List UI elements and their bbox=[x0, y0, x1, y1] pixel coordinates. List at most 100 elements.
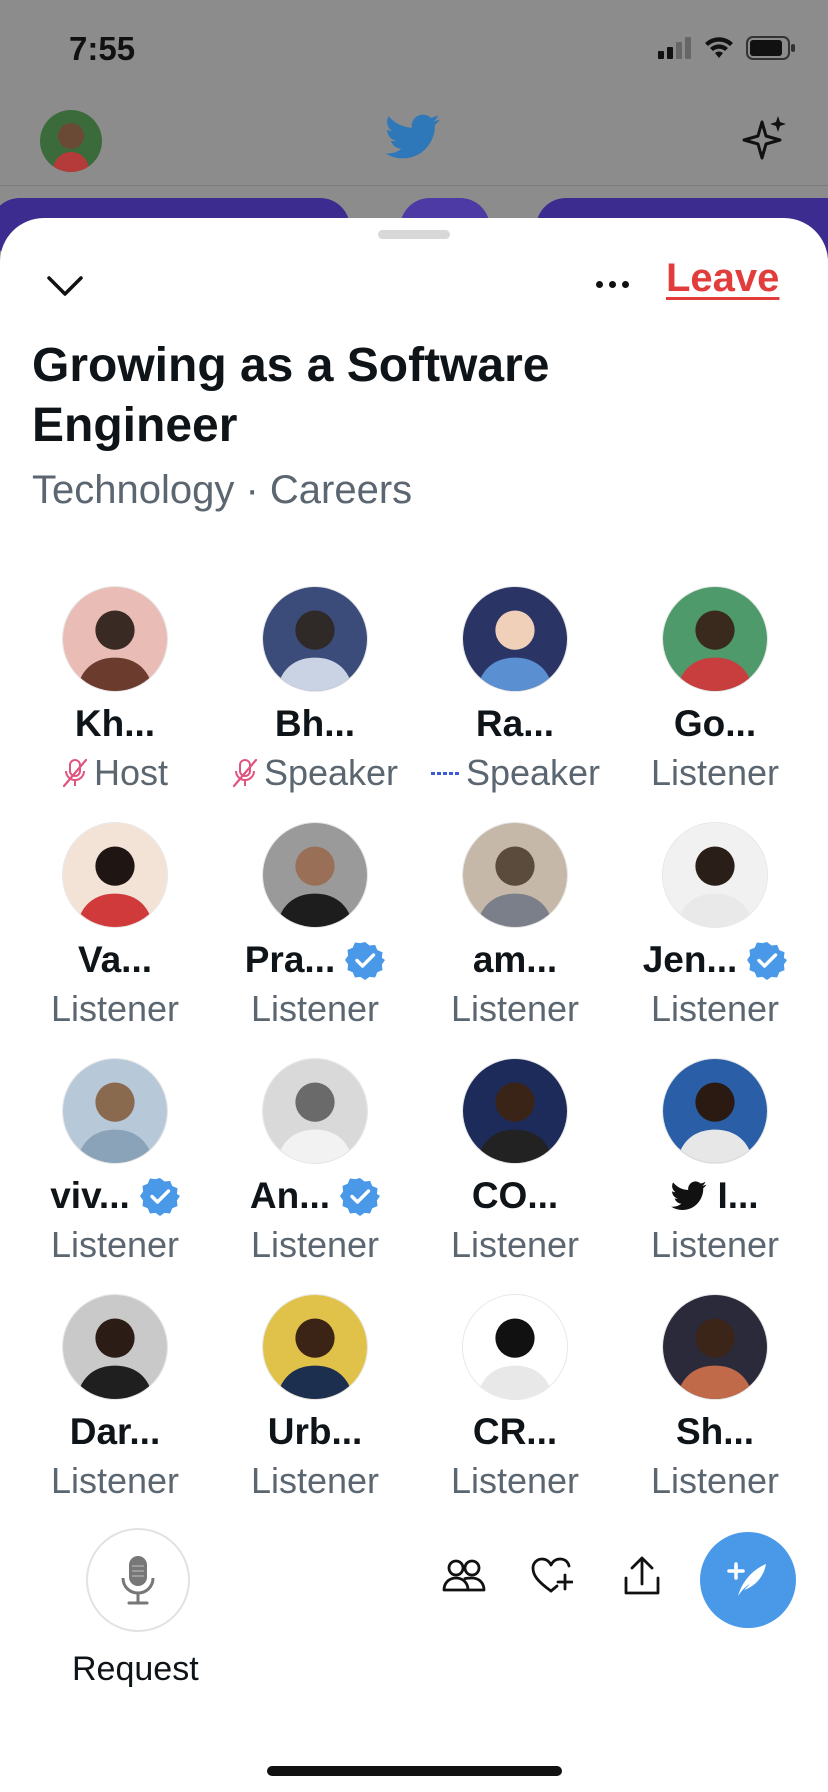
space-sheet: Leave Growing as a Software Engineer Tec… bbox=[0, 218, 828, 1792]
participant-item[interactable]: Va... Listener bbox=[15, 822, 215, 1058]
speaking-dots-icon bbox=[430, 772, 459, 775]
participant-avatar[interactable] bbox=[62, 1058, 168, 1164]
participant-name-row: Ra... bbox=[476, 700, 554, 748]
participant-role-row: Listener bbox=[51, 1458, 179, 1504]
participant-avatar[interactable] bbox=[662, 586, 768, 692]
participant-role: Listener bbox=[250, 1224, 380, 1265]
participant-avatar[interactable] bbox=[662, 822, 768, 928]
participant-avatar[interactable] bbox=[62, 822, 168, 928]
mic-off-icon bbox=[62, 758, 88, 788]
participant-role-row: Listener bbox=[651, 1458, 779, 1504]
participant-role: Host bbox=[93, 752, 169, 793]
space-topics: Technology · Careers bbox=[32, 468, 413, 512]
compose-tweet-button[interactable] bbox=[700, 1532, 796, 1628]
home-header bbox=[0, 100, 828, 186]
participant-item[interactable]: Pra... Listener bbox=[215, 822, 415, 1058]
participant-name: viv... bbox=[50, 1175, 130, 1216]
participant-role-row: Listener bbox=[451, 1458, 579, 1504]
participant-role: Listener bbox=[450, 1460, 580, 1501]
participant-role: Listener bbox=[650, 1460, 780, 1501]
participant-role-row: Listener bbox=[51, 1222, 179, 1268]
participant-avatar[interactable] bbox=[262, 586, 368, 692]
participant-item[interactable]: Bh... Speaker bbox=[215, 586, 415, 822]
more-dot bbox=[621, 280, 629, 288]
participant-role-row: Speaker bbox=[430, 750, 600, 796]
twitter-bird-badge-icon bbox=[671, 1181, 707, 1210]
participant-item[interactable]: CO... Listener bbox=[415, 1058, 615, 1294]
participant-name-row: An... bbox=[249, 1172, 381, 1220]
participant-item[interactable]: Ra... Speaker bbox=[415, 586, 615, 822]
battery-icon bbox=[746, 36, 795, 60]
compose-tweet-icon bbox=[727, 1562, 766, 1596]
participant-avatar[interactable] bbox=[462, 1058, 568, 1164]
system-icons bbox=[658, 36, 796, 60]
participant-role: Listener bbox=[50, 1224, 180, 1265]
more-dot bbox=[608, 280, 616, 288]
participant-avatar[interactable] bbox=[462, 586, 568, 692]
participant-role-row: Listener bbox=[251, 1458, 379, 1504]
participant-name-row: Go... bbox=[674, 700, 756, 748]
participant-name: Sh... bbox=[675, 1411, 755, 1452]
request-mic-button[interactable] bbox=[86, 1528, 190, 1632]
participant-role-row: Listener bbox=[451, 986, 579, 1032]
participant-avatar[interactable] bbox=[262, 822, 368, 928]
participant-avatar[interactable] bbox=[662, 1058, 768, 1164]
sheet-grabber[interactable] bbox=[378, 230, 450, 239]
participant-item[interactable]: Kh... Host bbox=[15, 586, 215, 822]
participant-role-row: Host bbox=[62, 750, 168, 796]
participant-name: An... bbox=[249, 1175, 331, 1216]
people-icon bbox=[442, 1559, 486, 1592]
participant-role-row: Listener bbox=[51, 986, 179, 1032]
status-time: 7:55 bbox=[69, 30, 136, 67]
participant-name-row: viv... bbox=[50, 1172, 180, 1220]
participant-item[interactable]: An... Listener bbox=[215, 1058, 415, 1294]
participant-role-row: Listener bbox=[651, 1222, 779, 1268]
participant-name: CR... bbox=[472, 1411, 558, 1452]
participants-grid: Kh... Host Bh... Speaker Ra... Speaker Go... Li… bbox=[15, 586, 815, 1530]
participant-role: Listener bbox=[650, 1224, 780, 1265]
profile-avatar[interactable] bbox=[40, 110, 102, 172]
leave-button[interactable]: Leave bbox=[666, 256, 779, 301]
participant-role: Listener bbox=[450, 988, 580, 1029]
participant-name: Ra... bbox=[475, 703, 555, 744]
request-label: Request bbox=[72, 1650, 199, 1688]
participant-avatar[interactable] bbox=[62, 1294, 168, 1400]
chevron-down-icon bbox=[47, 276, 83, 296]
participant-avatar[interactable] bbox=[62, 586, 168, 692]
mic-off-icon bbox=[232, 758, 258, 788]
home-indicator[interactable] bbox=[267, 1766, 562, 1776]
more-horizontal-icon bbox=[595, 280, 603, 288]
participant-name: I... bbox=[717, 1175, 759, 1216]
participant-item[interactable]: Dar... Listener bbox=[15, 1294, 215, 1530]
participant-name-row: Va... bbox=[78, 936, 152, 984]
sparkle-icon[interactable] bbox=[740, 114, 790, 164]
share-button[interactable] bbox=[616, 1550, 668, 1602]
participant-name-row: Kh... bbox=[75, 700, 155, 748]
participant-item[interactable]: Sh... Listener bbox=[615, 1294, 815, 1530]
verified-badge-icon bbox=[139, 1178, 180, 1216]
participant-name: Kh... bbox=[74, 703, 156, 744]
participant-name: Jen... bbox=[642, 939, 738, 980]
participant-avatar[interactable] bbox=[462, 1294, 568, 1400]
participant-avatar[interactable] bbox=[462, 822, 568, 928]
status-bar: 7:55 bbox=[0, 0, 828, 100]
participant-item[interactable]: CR... Listener bbox=[415, 1294, 615, 1530]
participant-name: Pra... bbox=[244, 939, 336, 980]
react-button[interactable] bbox=[526, 1550, 578, 1602]
more-button[interactable] bbox=[586, 264, 638, 304]
participant-item[interactable]: Jen... Listener bbox=[615, 822, 815, 1058]
participant-item[interactable]: am... Listener bbox=[415, 822, 615, 1058]
participant-item[interactable]: Go... Listener bbox=[615, 586, 815, 822]
participant-item[interactable]: I... Listener bbox=[615, 1058, 815, 1294]
participant-item[interactable]: viv... Listener bbox=[15, 1058, 215, 1294]
people-button[interactable] bbox=[438, 1550, 490, 1602]
participant-role-row: Listener bbox=[251, 986, 379, 1032]
collapse-button[interactable] bbox=[40, 266, 90, 306]
participant-role-row: Listener bbox=[651, 750, 779, 796]
participant-role: Speaker bbox=[465, 752, 601, 793]
participant-avatar[interactable] bbox=[262, 1058, 368, 1164]
participant-item[interactable]: Urb... Listener bbox=[215, 1294, 415, 1530]
participant-avatar[interactable] bbox=[662, 1294, 768, 1400]
participant-avatar[interactable] bbox=[262, 1294, 368, 1400]
participant-name-row: Sh... bbox=[676, 1408, 754, 1456]
